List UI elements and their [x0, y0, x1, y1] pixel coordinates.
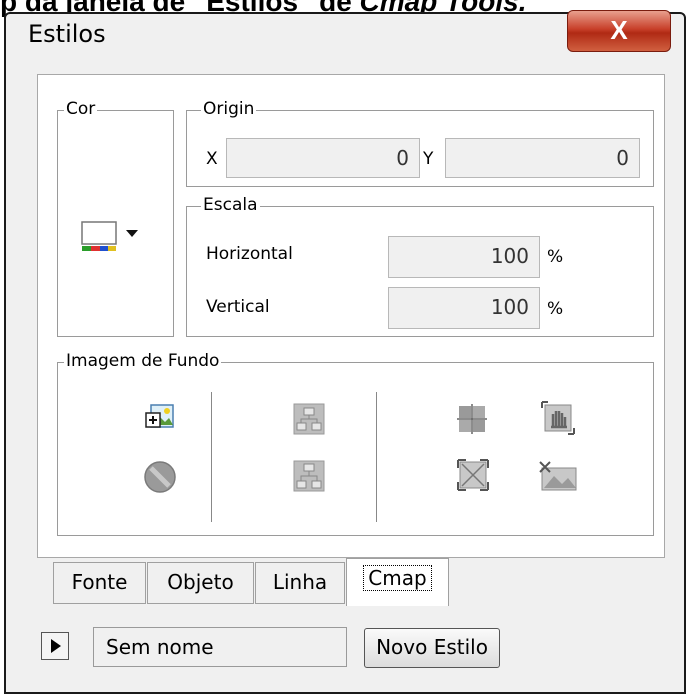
tab-linha-label: Linha: [272, 570, 328, 594]
horizontal-label: Horizontal: [206, 244, 293, 264]
remove-image-icon[interactable]: [143, 460, 177, 494]
vertical-label: Vertical: [206, 297, 270, 317]
add-image-icon[interactable]: [145, 403, 175, 433]
vertical-unit: %: [547, 299, 564, 319]
fit-icon[interactable]: [456, 458, 490, 492]
tab-objeto[interactable]: Objeto: [147, 562, 254, 604]
new-style-button[interactable]: Novo Estilo: [364, 628, 500, 668]
horizontal-unit: %: [547, 247, 564, 267]
layout-top-icon[interactable]: [293, 403, 325, 435]
separator-2: [376, 392, 377, 522]
origin-legend: Origin: [201, 99, 257, 119]
layout-bottom-icon[interactable]: [293, 460, 325, 492]
tab-objeto-label: Objeto: [167, 570, 234, 594]
tab-cmap-label: Cmap: [363, 565, 432, 591]
tab-fonte[interactable]: Fonte: [53, 562, 146, 604]
tab-cmap[interactable]: Cmap: [346, 558, 449, 606]
imagem-de-fundo-legend: Imagem de Fundo: [64, 351, 222, 371]
style-name-field[interactable]: Sem nome: [93, 627, 347, 667]
style-menu-arrow-button[interactable]: [41, 632, 69, 660]
escala-legend: Escala: [201, 195, 260, 215]
origin-x-field[interactable]: 0: [226, 138, 420, 178]
tab-fonte-label: Fonte: [71, 570, 128, 594]
tile-icon[interactable]: [456, 403, 488, 435]
color-picker-icon[interactable]: [80, 220, 150, 260]
separator-1: [211, 392, 212, 522]
window-title: Estilos: [28, 20, 106, 48]
origin-y-label: Y: [423, 149, 434, 169]
close-button[interactable]: X: [567, 10, 671, 52]
cor-legend: Cor: [64, 99, 98, 119]
imagem-de-fundo-group: Imagem de Fundo: [57, 351, 654, 536]
origin-x-label: X: [206, 149, 218, 169]
origin-y-field[interactable]: 0: [445, 138, 640, 178]
tab-linha[interactable]: Linha: [255, 562, 345, 604]
horizontal-scale-field[interactable]: 100: [388, 236, 540, 278]
crop-icon[interactable]: [538, 458, 578, 492]
hand-move-icon[interactable]: [541, 401, 575, 435]
vertical-scale-field[interactable]: 100: [388, 287, 540, 329]
